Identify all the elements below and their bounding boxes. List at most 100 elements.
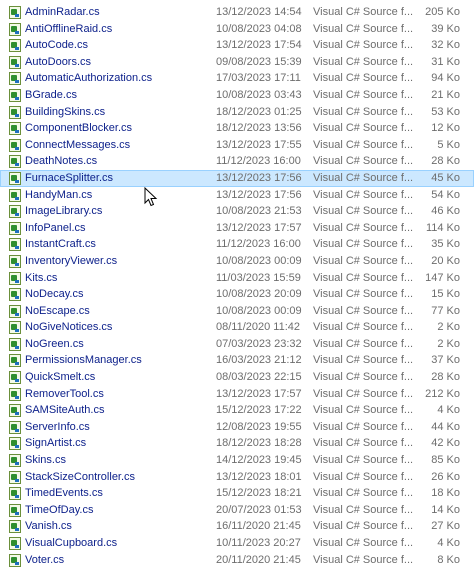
file-row[interactable]: InstantCraft.cs 11/12/2023 16:00 Visual C#… — [0, 236, 474, 253]
file-size: 114 Ko — [425, 221, 460, 234]
file-list: AdminRadar.cs 13/12/2023 14:54 Visual C# S… — [0, 4, 474, 568]
file-size: 212 Ko — [425, 387, 460, 400]
csharp-file-icon — [9, 88, 21, 102]
file-size: 12 Ko — [431, 122, 460, 135]
csharp-file-icon — [9, 420, 21, 434]
file-row[interactable]: BuildingSkins.cs 18/12/2023 01:25 Visual C… — [0, 104, 474, 121]
file-row[interactable]: RemoverTool.cs 13/12/2023 17:57 Visual C# … — [0, 386, 474, 403]
file-type: Visual C# Source f... — [313, 520, 414, 533]
file-row[interactable]: NoDecay.cs 10/08/2023 20:09 Visual C# Sour… — [0, 286, 474, 303]
file-size: 94 Ko — [431, 72, 460, 85]
file-type: Visual C# Source f... — [313, 371, 414, 384]
file-row[interactable]: AutoCode.cs 13/12/2023 17:54 Visual C# Sou… — [0, 37, 474, 54]
file-date-modified: 12/08/2023 19:55 — [216, 420, 302, 433]
file-date-modified: 08/03/2023 22:15 — [216, 371, 302, 384]
file-name: PermissionsManager.cs — [25, 354, 142, 367]
file-name: FurnaceSplitter.cs — [25, 171, 114, 184]
file-row[interactable]: DeathNotes.cs 11/12/2023 16:00 Visual C# S… — [0, 153, 474, 170]
file-name: AntiOfflineRaid.cs — [25, 22, 113, 35]
file-row[interactable]: ComponentBlocker.cs 18/12/2023 13:56 Visua… — [0, 120, 474, 137]
file-size: 53 Ko — [431, 105, 460, 118]
file-type: Visual C# Source f... — [313, 454, 414, 467]
file-row[interactable]: AutomaticAuthorization.cs 17/03/2023 17:1… — [0, 70, 474, 87]
file-size: 37 Ko — [431, 354, 460, 367]
csharp-file-icon — [9, 404, 21, 418]
file-date-modified: 13/12/2023 17:57 — [216, 221, 302, 234]
mouse-cursor-icon — [144, 187, 158, 207]
file-name: ConnectMessages.cs — [25, 138, 131, 151]
file-row[interactable]: Skins.cs 14/12/2023 19:45 Visual C# Source… — [0, 452, 474, 469]
file-row[interactable]: TimeOfDay.cs 20/07/2023 01:53 Visual C# So… — [0, 502, 474, 519]
file-row[interactable]: PermissionsManager.cs 16/03/2023 21:12 Vis… — [0, 352, 474, 369]
csharp-file-icon — [9, 205, 21, 219]
file-row[interactable]: BGrade.cs 10/08/2023 03:43 Visual C# Sourc… — [0, 87, 474, 104]
file-date-modified: 10/08/2023 04:08 — [216, 22, 302, 35]
csharp-file-icon — [9, 254, 21, 268]
file-row[interactable]: Vanish.cs 16/11/2020 21:45 Visual C# Sourc… — [0, 518, 474, 535]
file-row[interactable]: VisualCupboard.cs 10/11/2023 20:27 Visual … — [0, 535, 474, 552]
file-name: NoGiveNotices.cs — [25, 321, 113, 334]
file-size: 4 Ko — [437, 537, 460, 549]
file-row[interactable]: AdminRadar.cs 13/12/2023 14:54 Visual C# S… — [0, 4, 474, 21]
file-name: ComponentBlocker.cs — [25, 122, 132, 135]
file-date-modified: 15/12/2023 18:21 — [216, 487, 302, 500]
csharp-file-icon — [9, 454, 21, 468]
file-type: Visual C# Source f... — [313, 537, 414, 549]
file-name: DeathNotes.cs — [25, 155, 98, 168]
file-name: HandyMan.cs — [25, 188, 93, 201]
file-row[interactable]: InventoryViewer.cs 10/08/2023 00:09 Visual… — [0, 253, 474, 270]
file-name: AdminRadar.cs — [25, 6, 100, 18]
file-type: Visual C# Source f... — [313, 6, 414, 18]
file-row[interactable]: ConnectMessages.cs 13/12/2023 17:55 Visual… — [0, 137, 474, 154]
file-row[interactable]: HandyMan.cs 13/12/2023 17:56 Visual C# Sou… — [0, 187, 474, 204]
file-date-modified: 18/12/2023 18:28 — [216, 437, 302, 450]
file-date-modified: 11/03/2023 15:59 — [216, 271, 301, 284]
file-date-modified: 13/12/2023 17:55 — [216, 138, 302, 151]
file-row[interactable]: AutoDoors.cs 09/08/2023 15:39 Visual C# So… — [0, 54, 474, 71]
file-row[interactable]: Voter.cs 20/11/2020 21:45 Visual C# Source… — [0, 552, 474, 569]
file-row[interactable]: FurnaceSplitter.cs 13/12/2023 17:56 Visual… — [0, 169, 474, 187]
file-size: 2 Ko — [437, 337, 460, 350]
file-name: QuickSmelt.cs — [25, 371, 96, 384]
file-name: AutoCode.cs — [25, 39, 88, 52]
file-row[interactable]: TimedEvents.cs 15/12/2023 18:21 Visual C# … — [0, 485, 474, 502]
file-row[interactable]: NoEscape.cs 10/08/2023 00:09 Visual C# Sou… — [0, 303, 474, 320]
file-name: VisualCupboard.cs — [25, 537, 118, 549]
file-row[interactable]: NoGiveNotices.cs 08/11/2020 11:42 Visual C… — [0, 319, 474, 336]
file-date-modified: 16/11/2020 21:45 — [216, 520, 301, 533]
file-name: RemoverTool.cs — [25, 387, 104, 400]
file-size: 20 Ko — [431, 254, 460, 267]
csharp-file-icon — [9, 39, 21, 53]
file-row[interactable]: InfoPanel.cs 13/12/2023 17:57 Visual C# So… — [0, 220, 474, 237]
file-row[interactable]: AntiOfflineRaid.cs 10/08/2023 04:08 Visual… — [0, 21, 474, 38]
csharp-file-icon — [9, 437, 21, 451]
file-date-modified: 17/03/2023 17:11 — [216, 72, 301, 85]
file-date-modified: 13/12/2023 17:57 — [216, 387, 302, 400]
file-row[interactable]: NoGreen.cs 07/03/2023 23:32 Visual C# Sour… — [0, 336, 474, 353]
file-name: Voter.cs — [25, 553, 65, 566]
file-size: 46 Ko — [431, 205, 460, 218]
file-type: Visual C# Source f... — [313, 205, 414, 218]
file-date-modified: 20/11/2020 21:45 — [216, 553, 301, 566]
csharp-file-icon — [9, 354, 21, 368]
file-date-modified: 07/03/2023 23:32 — [216, 337, 302, 350]
file-row[interactable]: QuickSmelt.cs 08/03/2023 22:15 Visual C# S… — [0, 369, 474, 386]
file-row[interactable]: SAMSiteAuth.cs 15/12/2023 17:22 Visual C# … — [0, 402, 474, 419]
file-date-modified: 16/03/2023 21:12 — [216, 354, 302, 367]
file-size: 4 Ko — [437, 404, 460, 417]
file-name: NoGreen.cs — [25, 337, 84, 350]
file-date-modified: 18/12/2023 01:25 — [216, 105, 302, 118]
file-row[interactable]: ServerInfo.cs 12/08/2023 19:55 Visual C# S… — [0, 419, 474, 436]
file-type: Visual C# Source f... — [313, 188, 414, 201]
file-type: Visual C# Source f... — [313, 304, 414, 317]
file-row[interactable]: StackSizeController.cs 13/12/2023 18:01 Vi… — [0, 469, 474, 486]
file-size: 8 Ko — [437, 553, 460, 566]
file-row[interactable]: Kits.cs 11/03/2023 15:59 Visual C# Source … — [0, 270, 474, 287]
file-type: Visual C# Source f... — [313, 487, 414, 500]
file-size: 18 Ko — [431, 487, 460, 500]
file-name: Kits.cs — [25, 271, 58, 284]
file-row[interactable]: ImageLibrary.cs 10/08/2023 21:53 Visual C#… — [0, 203, 474, 220]
file-date-modified: 10/08/2023 21:53 — [216, 205, 302, 218]
file-row[interactable]: SignArtist.cs 18/12/2023 18:28 Visual C# S… — [0, 435, 474, 452]
file-size: 5 Ko — [437, 138, 460, 151]
